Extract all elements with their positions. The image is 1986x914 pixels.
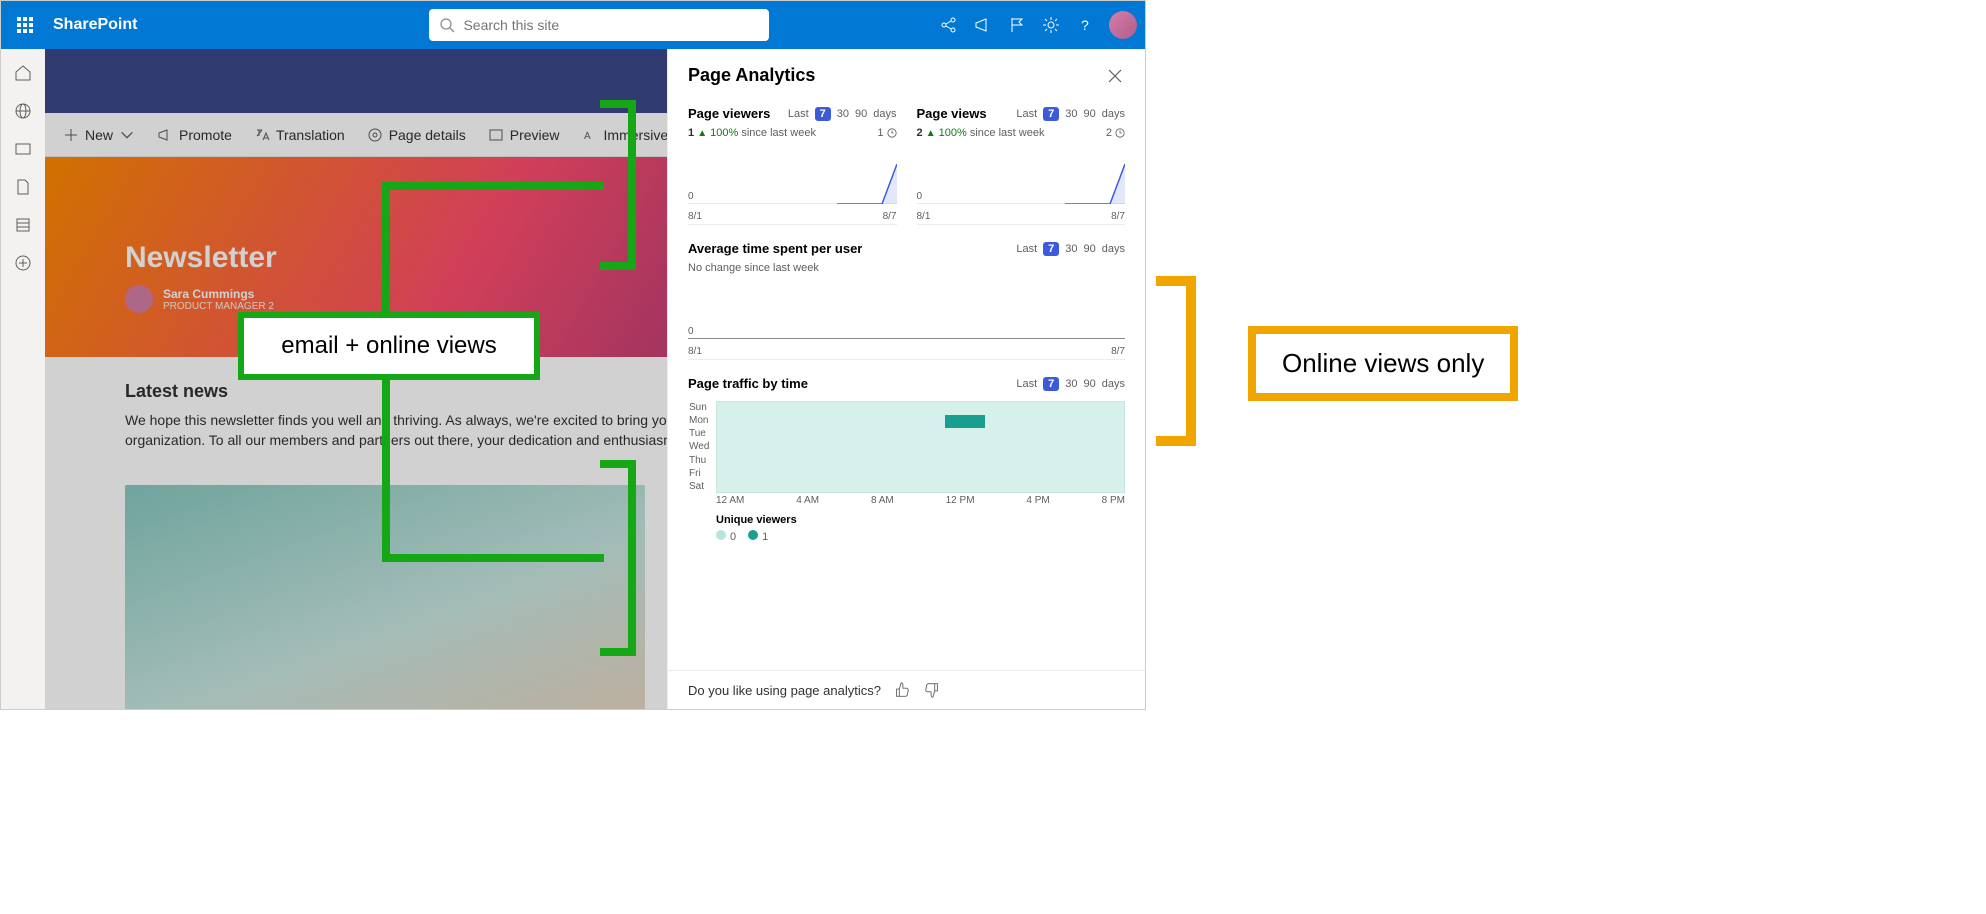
annotation-bracket-green-bottom <box>600 460 636 656</box>
app-launcher-icon[interactable] <box>9 9 41 41</box>
left-nav-rail <box>1 49 45 709</box>
feedback-question: Do you like using page analytics? <box>688 683 881 698</box>
flag-icon[interactable] <box>1007 15 1027 35</box>
annotation-bracket-green-top <box>600 100 636 270</box>
viewers-range-picker[interactable]: Last 7 30 90 days <box>788 107 897 121</box>
views-range-picker[interactable]: Last 7 30 90 days <box>1016 107 1125 121</box>
avg-time-label: Average time spent per user <box>688 241 862 256</box>
heatmap-cell-active <box>965 415 985 428</box>
app-name: SharePoint <box>53 16 137 34</box>
traffic-label: Page traffic by time <box>688 376 808 391</box>
annotation-bracket-yellow <box>1156 276 1196 446</box>
add-icon[interactable] <box>13 253 33 273</box>
suite-bar: SharePoint ? <box>1 1 1145 49</box>
document-icon[interactable] <box>13 177 33 197</box>
sharepoint-window: SharePoint ? New Promote <box>0 0 1146 710</box>
legend-title: Unique viewers <box>716 514 1125 526</box>
news-icon[interactable] <box>13 139 33 159</box>
annotation-yellow-callout: Online views only <box>1248 326 1518 401</box>
user-avatar[interactable] <box>1109 11 1137 39</box>
viewers-sparkline: 0 8/1 8/7 <box>688 145 897 225</box>
avg-time-nochange: No change since last week <box>688 262 1125 274</box>
traffic-range-picker[interactable]: Last 7 30 90 days <box>1016 377 1125 391</box>
avg-time-chart: 0 8/1 8/7 <box>688 280 1125 360</box>
page-views-card: Page views Last 7 30 90 days 2 ▲ 100% si… <box>917 106 1126 225</box>
heatmap-hour-labels: 12 AM 4 AM 8 AM 12 PM 4 PM 8 PM <box>716 495 1125 506</box>
heatmap-day-labels: Sun Mon Tue Wed Thu Fri Sat <box>689 402 715 492</box>
clock-icon <box>887 128 897 138</box>
thumbs-down-icon[interactable] <box>923 681 941 699</box>
page-viewers-card: Page viewers Last 7 30 90 days 1 ▲ 100% … <box>688 106 897 225</box>
views-sparkline: 0 8/1 8/7 <box>917 145 1126 225</box>
megaphone-icon[interactable] <box>973 15 993 35</box>
heatmap-cell-active <box>945 415 965 428</box>
thumbs-up-icon[interactable] <box>893 681 911 699</box>
clock-icon <box>1115 128 1125 138</box>
share-icon[interactable] <box>939 15 959 35</box>
annotation-line-green-top <box>382 182 604 190</box>
panel-title: Page Analytics <box>688 65 815 86</box>
search-box[interactable] <box>429 9 769 41</box>
search-icon <box>439 17 455 33</box>
close-icon[interactable] <box>1105 66 1125 86</box>
page-analytics-panel: Page Analytics Page viewers Last 7 30 90… <box>667 49 1145 709</box>
viewers-label: Page viewers <box>688 106 770 121</box>
search-input[interactable] <box>463 17 759 33</box>
avg-range-picker[interactable]: Last 7 30 90 days <box>1016 242 1125 256</box>
help-icon[interactable]: ? <box>1075 15 1095 35</box>
settings-icon[interactable] <box>1041 15 1061 35</box>
annotation-line-green-bottom <box>382 554 604 562</box>
svg-text:?: ? <box>1081 17 1089 33</box>
heatmap-legend: 0 1 <box>716 530 1125 543</box>
library-icon[interactable] <box>13 215 33 235</box>
globe-icon[interactable] <box>13 101 33 121</box>
home-icon[interactable] <box>13 63 33 83</box>
panel-feedback: Do you like using page analytics? <box>668 670 1145 709</box>
views-label: Page views <box>917 106 987 121</box>
traffic-heatmap: Sun Mon Tue Wed Thu Fri Sat 12 AM 4 AM 8… <box>688 401 1125 543</box>
annotation-green-callout: email + online views <box>238 312 540 380</box>
